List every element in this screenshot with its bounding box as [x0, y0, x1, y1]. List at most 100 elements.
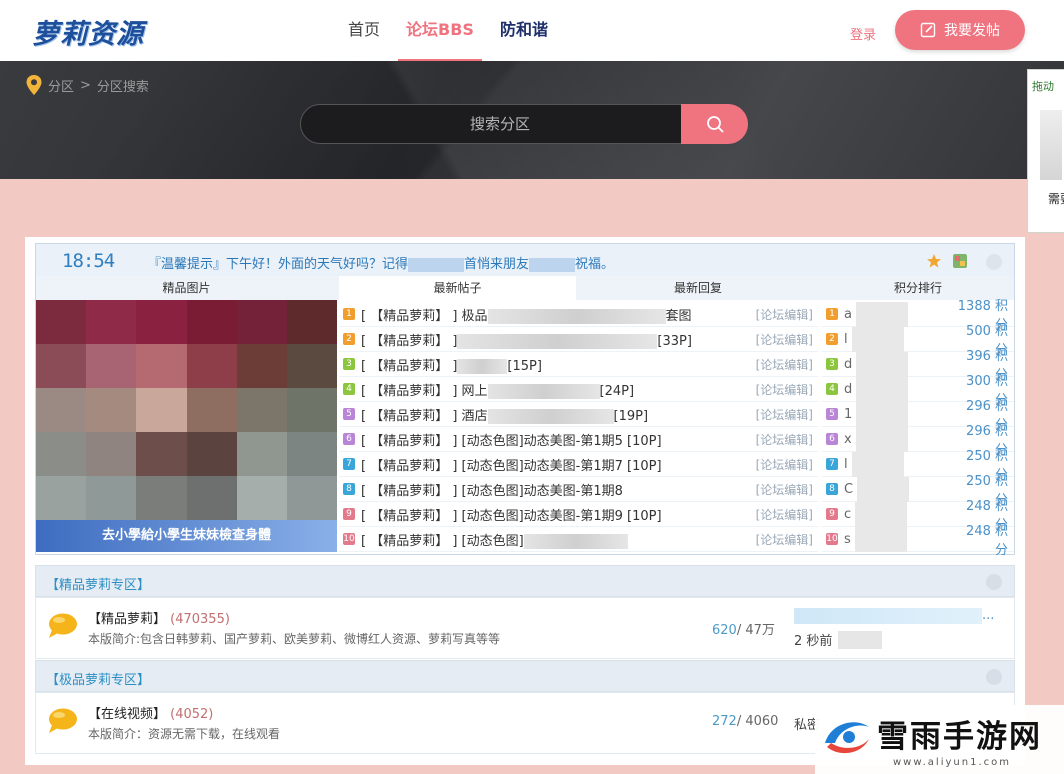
post-row[interactable]: 1 [ 【精品萝莉】 ] 极品 套图 [论坛编辑] — [339, 302, 819, 327]
featured-image-caption[interactable]: 去小學給小學生妹妹檢查身體 — [36, 520, 337, 552]
forum-count: (470355) — [170, 612, 230, 627]
post-title[interactable]: [ 【精品萝莉】 ] [动态色图]动态美图-第1期9 [10P] — [361, 505, 739, 524]
ranking-username[interactable]: x — [844, 426, 954, 452]
ranking-username[interactable]: 1 — [844, 401, 954, 427]
forum-posts: / 47万 — [736, 623, 775, 638]
post-title[interactable]: [ 【精品萝莉】 ] [动态色图]动态美图-第1期7 [10P] — [361, 455, 739, 474]
post-row[interactable]: 8 [ 【精品萝莉】 ] [动态色图]动态美图-第1期8 [论坛编辑] — [339, 477, 819, 502]
watermark-logo-icon — [825, 722, 869, 754]
blurred-username — [854, 526, 907, 552]
mosaic-cell — [286, 300, 337, 344]
collapse-icon[interactable] — [986, 254, 1002, 270]
post-title-prefix: [ 【精品萝莉】 ] — [361, 358, 458, 374]
mosaic-cell — [236, 300, 287, 344]
post-forum-link[interactable]: [论坛编辑] — [739, 406, 813, 423]
ranking-username[interactable]: d — [844, 376, 954, 402]
post-row[interactable]: 6 [ 【精品萝莉】 ] [动态色图]动态美图-第1期5 [10P] [论坛编辑] — [339, 427, 819, 452]
post-forum-link[interactable]: [论坛编辑] — [739, 356, 813, 373]
username-initial: l — [844, 331, 848, 347]
blurred-text — [487, 408, 614, 424]
post-row[interactable]: 3 [ 【精品萝莉】 ] [15P] [论坛编辑] — [339, 352, 819, 377]
points-ranking-list: 1 a 1388 积分 2 l 500 积分 3 d 396 积分 4 d 300 积分 5 1 296 积… — [822, 299, 1014, 558]
post-forum-link[interactable]: [论坛编辑] — [739, 456, 813, 473]
post-forum-link[interactable]: [论坛编辑] — [739, 331, 813, 348]
blurred-username — [855, 501, 908, 527]
post-title[interactable]: [ 【精品萝莉】 ] [动态色图]动态美图-第1期8 — [361, 480, 739, 499]
tab-featured-images[interactable]: 精品图片 — [36, 276, 337, 300]
image-icon[interactable] — [952, 253, 968, 269]
ranking-row[interactable]: 10 s 248 积分 — [822, 524, 1014, 558]
post-row[interactable]: 9 [ 【精品萝莉】 ] [动态色图]动态美图-第1期9 [10P] [论坛编辑] — [339, 502, 819, 527]
collapse-icon[interactable] — [986, 574, 1002, 590]
watermark-url: www.aliyun1.com — [893, 757, 1011, 768]
post-row[interactable]: 7 [ 【精品萝莉】 ] [动态色图]动态美图-第1期7 [10P] [论坛编辑] — [339, 452, 819, 477]
post-row[interactable]: 4 [ 【精品萝莉】 ] 网上 [24P] [论坛编辑] — [339, 377, 819, 402]
post-row[interactable]: 5 [ 【精品萝莉】 ] 酒店 [19P] [论坛编辑] — [339, 402, 819, 427]
mosaic-cell — [86, 432, 137, 476]
mosaic-cell — [36, 432, 87, 476]
nav-bbs[interactable]: 论坛BBS — [398, 0, 482, 61]
forum-stats: 620/ 47万 — [712, 619, 775, 638]
featured-image-mosaic[interactable] — [36, 300, 337, 520]
ranking-username[interactable]: l — [844, 451, 954, 477]
ranking-username[interactable]: c — [844, 501, 954, 527]
post-title[interactable]: [ 【精品萝莉】 ] [动态色图] — [361, 530, 739, 549]
tip-message-part-a: 『温馨提示』下午好！外面的天气好吗？记得 — [148, 257, 409, 272]
zone-header-premium[interactable]: 【精品萝莉专区】 — [35, 565, 1015, 597]
post-title[interactable]: [ 【精品萝莉】 ] [动态色图]动态美图-第1期5 [10P] — [361, 430, 739, 449]
post-title[interactable]: [ 【精品萝莉】 ] 极品 套图 — [361, 305, 739, 324]
forum-name[interactable]: 【精品萝莉】 (470355) — [88, 608, 230, 627]
zone-title[interactable]: 【极品萝莉专区】 — [46, 669, 150, 688]
search-button[interactable] — [681, 104, 748, 144]
last-post-ellipsis: ... — [982, 608, 995, 623]
post-forum-link[interactable]: [论坛编辑] — [739, 481, 813, 498]
post-forum-link[interactable]: [论坛编辑] — [739, 306, 813, 323]
side-panel-text: 需要 — [1048, 192, 1064, 206]
zone-search-input[interactable] — [300, 104, 700, 144]
mosaic-cell — [286, 432, 337, 476]
zone-header-elite[interactable]: 【极品萝莉专区】 — [35, 660, 1015, 692]
mosaic-cell — [136, 432, 187, 476]
favorite-star-icon[interactable] — [926, 253, 942, 269]
last-post-title[interactable] — [794, 608, 982, 624]
post-row[interactable]: 2 [ 【精品萝莉】 ] [33P] [论坛编辑] — [339, 327, 819, 352]
side-panel-image — [1040, 110, 1062, 180]
ranking-username[interactable]: C — [844, 476, 954, 502]
post-row[interactable]: 10 [ 【精品萝莉】 ] [动态色图] [论坛编辑] — [339, 527, 819, 552]
post-title[interactable]: [ 【精品萝莉】 ] [15P] — [361, 355, 739, 374]
post-title[interactable]: [ 【精品萝莉】 ] 酒店 [19P] — [361, 405, 739, 424]
username-initial: C — [844, 481, 854, 497]
tab-latest-replies[interactable]: 最新回复 — [576, 276, 820, 300]
forum-row[interactable]: 【精品萝莉】 (470355) 本版简介:包含日韩萝莉、国产萝莉、欧美萝莉、微博… — [35, 597, 1015, 659]
nav-anti-censor[interactable]: 防和谐 — [492, 0, 556, 61]
site-logo[interactable]: 萝莉资源 — [32, 12, 144, 51]
blurred-username — [856, 376, 909, 402]
post-forum-link[interactable]: [论坛编辑] — [739, 381, 813, 398]
post-title-prefix: [ 【精品萝莉】 ] [动态色图]动态美图-第1期9 [10P] — [361, 508, 662, 524]
ranking-username[interactable]: l — [844, 326, 954, 352]
nav-home[interactable]: 首页 — [340, 0, 388, 61]
post-forum-link[interactable]: [论坛编辑] — [739, 506, 813, 523]
ranking-username[interactable]: d — [844, 351, 954, 377]
tab-latest-posts[interactable]: 最新帖子 — [339, 276, 576, 300]
breadcrumb-current: 分区搜索 — [96, 79, 149, 95]
ranking-username[interactable]: s — [844, 526, 954, 552]
ranking-username[interactable]: a — [844, 301, 954, 327]
username-initial: 1 — [844, 406, 853, 422]
post-forum-link[interactable]: [论坛编辑] — [739, 431, 813, 448]
post-title[interactable]: [ 【精品萝莉】 ] 网上 [24P] — [361, 380, 739, 399]
post-title-prefix: [ 【精品萝莉】 ] 酒店 — [361, 408, 488, 424]
post-title[interactable]: [ 【精品萝莉】 ] [33P] — [361, 330, 739, 349]
floating-side-panel[interactable]: 拖动 需要 — [1027, 69, 1064, 233]
zone-title[interactable]: 【精品萝莉专区】 — [46, 574, 150, 593]
drag-tag[interactable]: 拖动 — [1032, 78, 1054, 94]
post-forum-link[interactable]: [论坛编辑] — [739, 531, 813, 548]
new-post-label: 我要发帖 — [944, 23, 1000, 39]
new-post-button[interactable]: 我要发帖 — [895, 10, 1025, 50]
rank-badge: 10 — [826, 533, 838, 545]
forum-name[interactable]: 【在线视频】 (4052) — [88, 703, 213, 722]
collapse-icon[interactable] — [986, 669, 1002, 685]
mosaic-cell — [286, 344, 337, 388]
breadcrumb-home[interactable]: 分区 — [48, 76, 74, 95]
login-link[interactable]: 登录 — [850, 24, 876, 43]
